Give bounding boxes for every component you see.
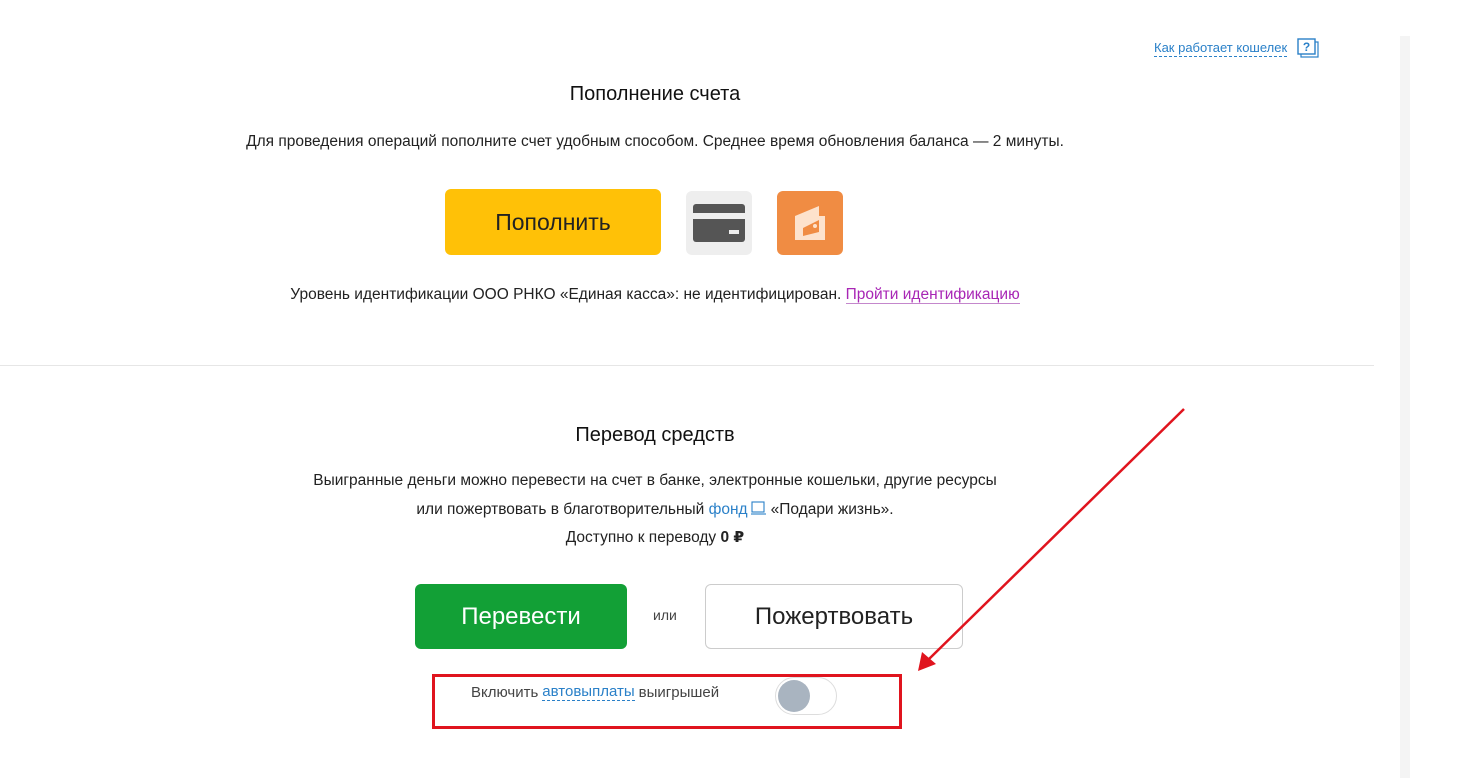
transfer-title: Перевод средств bbox=[575, 424, 735, 446]
fund-name: «Подари жизнь». bbox=[770, 501, 894, 518]
wallet-icon bbox=[795, 206, 825, 240]
available-amount-line: Доступно к переводу 0 ₽ bbox=[0, 528, 1310, 548]
how-wallet-works-label: Как работает кошелек bbox=[1154, 39, 1288, 57]
available-amount: 0 ₽ bbox=[720, 529, 745, 546]
transfer-description-line1: Выигранные деньги можно перевести на сче… bbox=[313, 472, 997, 489]
external-link-icon bbox=[750, 501, 766, 515]
transfer-description-line2: или пожертвовать в благотворительный фон… bbox=[0, 500, 1310, 520]
transfer-button[interactable]: Перевести bbox=[415, 584, 627, 649]
bank-card-icon bbox=[693, 204, 745, 242]
topup-description: Для проведения операций пополните счет у… bbox=[246, 133, 1064, 150]
topup-button[interactable]: Пополнить bbox=[445, 189, 661, 255]
section-divider bbox=[0, 365, 1374, 366]
available-label: Доступно к переводу bbox=[565, 529, 717, 546]
identification-status: Уровень идентификации ООО РНКО «Единая к… bbox=[290, 286, 842, 303]
svg-text:?: ? bbox=[1303, 40, 1310, 54]
fund-link[interactable]: фонд bbox=[709, 501, 748, 518]
identification-line: Уровень идентификации ООО РНКО «Единая к… bbox=[0, 286, 1310, 304]
wallet-method[interactable] bbox=[777, 191, 843, 255]
how-wallet-works-link[interactable]: Как работает кошелек ? bbox=[1154, 38, 1319, 58]
annotation-highlight-box bbox=[432, 674, 902, 729]
pass-identification-link[interactable]: Пройти идентификацию bbox=[845, 286, 1020, 304]
donate-button[interactable]: Пожертвовать bbox=[705, 584, 963, 649]
help-question-icon: ? bbox=[1297, 38, 1319, 58]
topup-title: Пополнение счета bbox=[569, 83, 741, 105]
transfer-donate-text: или пожертвовать в благотворительный bbox=[416, 501, 705, 518]
or-label: или bbox=[653, 607, 677, 623]
annotation-arrow bbox=[918, 408, 1185, 671]
bank-card-method[interactable] bbox=[686, 191, 752, 255]
scrollbar-track bbox=[1400, 36, 1410, 778]
